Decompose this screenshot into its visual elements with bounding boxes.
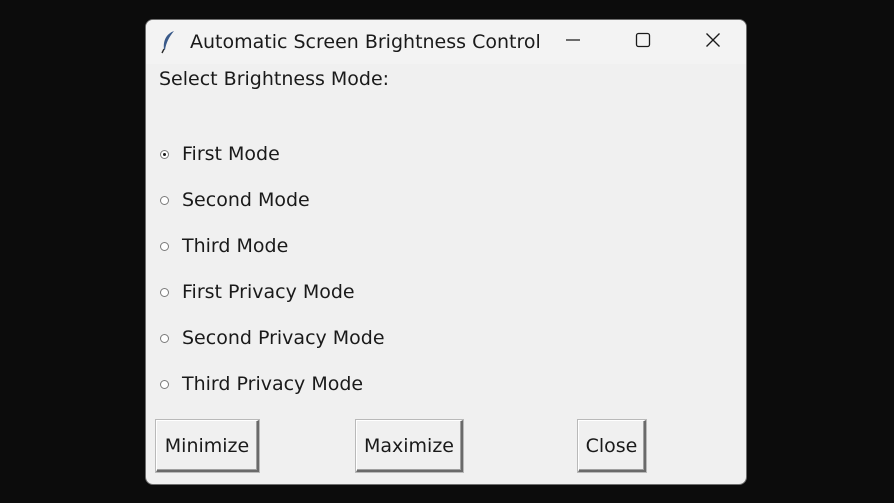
radio-button[interactable] <box>160 195 169 205</box>
radio-button[interactable] <box>160 333 169 343</box>
desktop-background: Automatic Screen Brightness Control Sele… <box>0 0 894 503</box>
radio-first-privacy-mode[interactable]: First Privacy Mode <box>160 277 355 307</box>
maximize-button[interactable]: Maximize <box>356 420 463 472</box>
radio-first-mode[interactable]: First Mode <box>160 139 280 169</box>
radio-label: Second Privacy Mode <box>182 327 385 349</box>
window-minimize-button[interactable] <box>538 20 608 64</box>
radio-third-privacy-mode[interactable]: Third Privacy Mode <box>160 369 363 399</box>
maximize-icon <box>635 32 651 52</box>
close-icon <box>705 32 721 52</box>
radio-button-checked[interactable] <box>160 149 169 159</box>
radio-second-privacy-mode[interactable]: Second Privacy Mode <box>160 323 385 353</box>
radio-label: Third Mode <box>182 235 289 257</box>
radio-third-mode[interactable]: Third Mode <box>160 231 288 261</box>
radio-label: First Privacy Mode <box>182 281 355 303</box>
radio-button[interactable] <box>160 241 169 251</box>
feather-icon <box>160 30 178 54</box>
radio-button[interactable] <box>160 379 169 389</box>
mode-prompt-label: Select Brightness Mode: <box>159 68 390 90</box>
radio-second-mode[interactable]: Second Mode <box>160 185 310 215</box>
app-window: Automatic Screen Brightness Control Sele… <box>145 19 747 485</box>
minimize-button[interactable]: Minimize <box>156 420 259 472</box>
radio-label: Third Privacy Mode <box>182 373 364 395</box>
window-title: Automatic Screen Brightness Control <box>190 31 541 53</box>
radio-button[interactable] <box>160 287 169 297</box>
radio-label: First Mode <box>182 143 280 165</box>
radio-label: Second Mode <box>182 189 310 211</box>
window-maximize-button[interactable] <box>608 20 678 64</box>
close-button[interactable]: Close <box>578 420 646 472</box>
minimize-icon <box>565 32 581 52</box>
window-close-button[interactable] <box>678 20 746 64</box>
title-bar[interactable]: Automatic Screen Brightness Control <box>146 20 746 64</box>
